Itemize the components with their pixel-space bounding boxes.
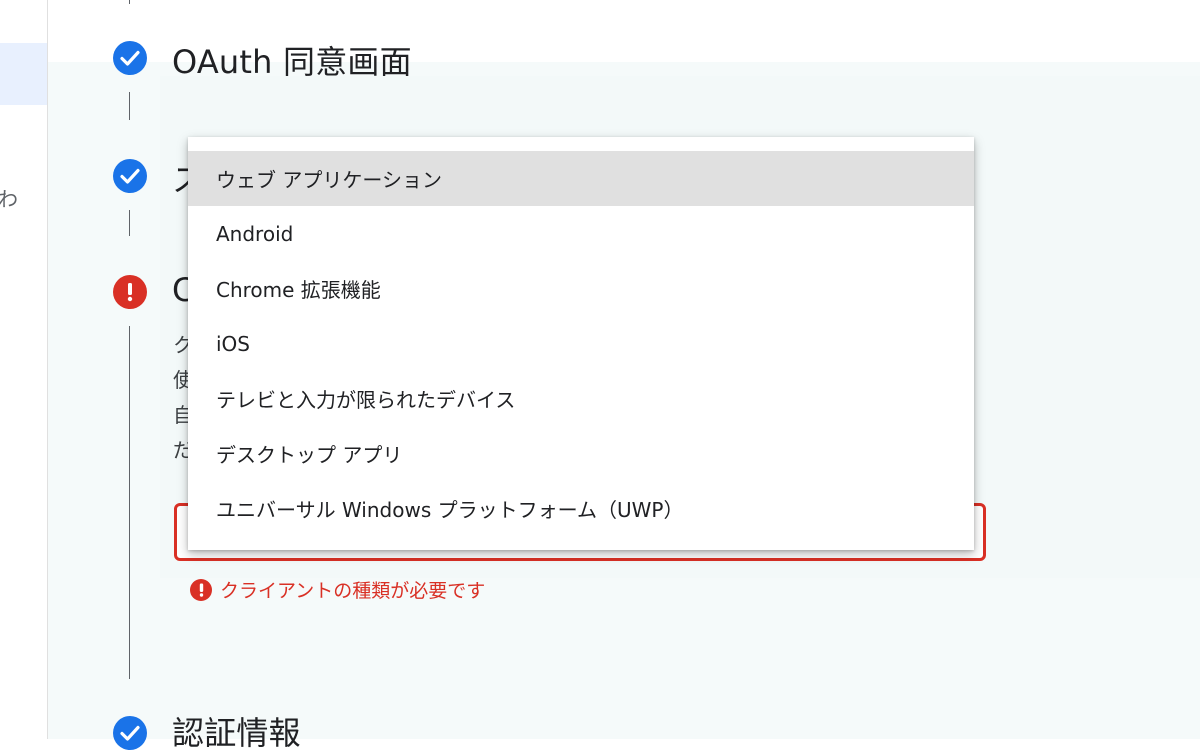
error-circle-icon: [113, 275, 147, 309]
step-connector: [129, 0, 130, 4]
step-title-credentials[interactable]: 認証情報: [172, 708, 301, 754]
nav-item-selected[interactable]: [0, 43, 47, 105]
check-circle-icon: [113, 159, 147, 193]
option-android[interactable]: Android: [188, 206, 974, 261]
error-circle-icon: [190, 578, 212, 601]
client-type-dropdown: ウェブ アプリケーション Android Chrome 拡張機能 iOS テレビ…: [188, 137, 974, 550]
option-web-application[interactable]: ウェブ アプリケーション: [188, 151, 974, 206]
check-circle-icon: [113, 41, 147, 75]
step-connector: [129, 210, 130, 236]
step-connector: [129, 92, 130, 120]
error-text: クライアントの種類が必要です: [220, 580, 486, 602]
step-connector: [129, 326, 130, 679]
option-uwp[interactable]: ユニバーサル Windows プラットフォーム（UWP）: [188, 481, 974, 536]
check-circle-icon: [113, 716, 147, 750]
option-ios[interactable]: iOS: [188, 316, 974, 371]
left-nav-rail: わ: [0, 0, 48, 739]
option-desktop-app[interactable]: デスクトップ アプリ: [188, 426, 974, 481]
nav-item-label: わ: [0, 187, 18, 211]
option-chrome-extension[interactable]: Chrome 拡張機能: [188, 261, 974, 316]
step-title-oauth-consent[interactable]: OAuth 同意画面: [172, 37, 412, 83]
option-tv-limited-input[interactable]: テレビと入力が限られたデバイス: [188, 371, 974, 426]
client-type-error: クライアントの種類が必要です: [190, 576, 485, 603]
